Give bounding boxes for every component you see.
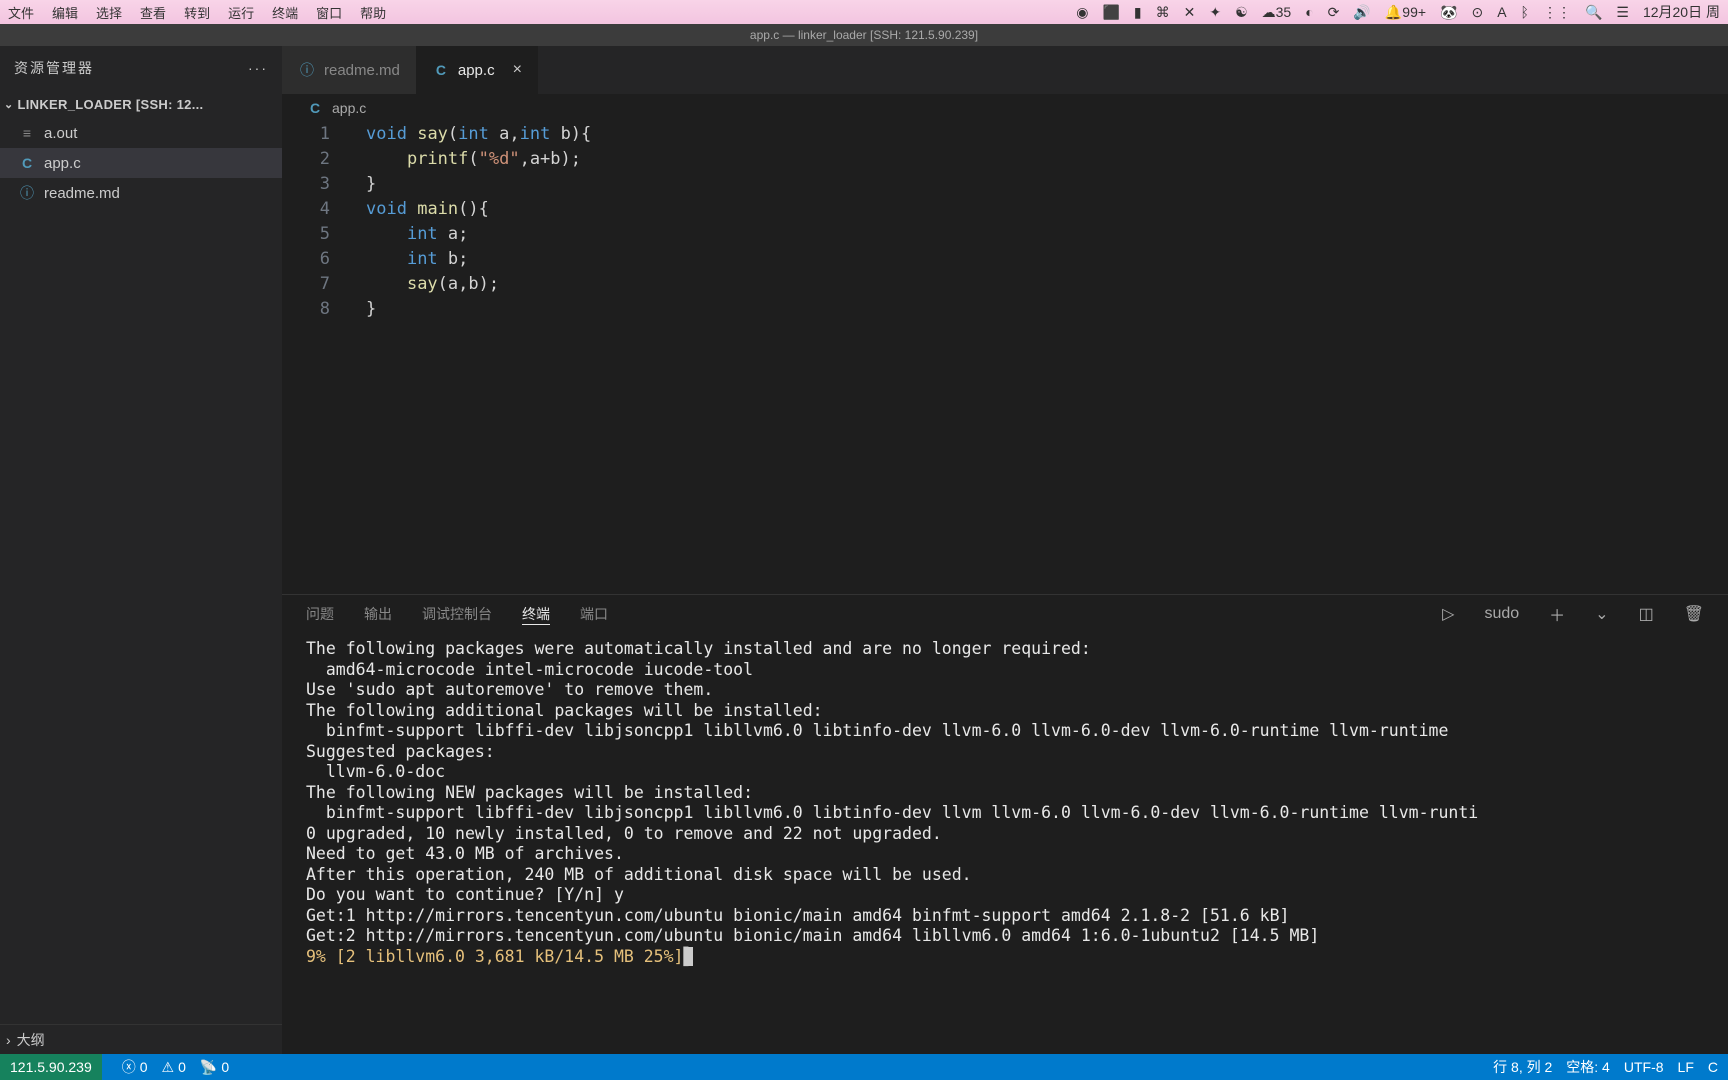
editor-tabs: ⓘ readme.md Capp.c ×: [282, 46, 1728, 94]
chevron-right-icon: ›: [6, 1032, 11, 1048]
panel-tab[interactable]: 调试控制台: [422, 606, 492, 622]
outline-section[interactable]: › 大纲: [0, 1024, 282, 1054]
terminal-shell-label[interactable]: sudo: [1484, 605, 1519, 623]
menu-item[interactable]: 运行: [228, 3, 254, 22]
status-icon: ☯: [1235, 4, 1248, 21]
eol[interactable]: LF: [1678, 1059, 1694, 1075]
code-line[interactable]: printf("%d",a+b);: [354, 147, 1728, 172]
cursor-position[interactable]: 行 8, 列 2: [1493, 1057, 1552, 1077]
bin-file-icon: [18, 125, 36, 141]
code-line[interactable]: }: [354, 172, 1728, 197]
menu-item[interactable]: 终端: [272, 3, 298, 22]
panel-tab[interactable]: 输出: [364, 606, 392, 622]
minimap[interactable]: [1688, 122, 1728, 594]
editor-tab[interactable]: Capp.c ×: [416, 46, 538, 94]
plus-icon[interactable]: ＋: [1549, 602, 1565, 626]
explorer-title: 资源管理器: [14, 58, 94, 78]
sync-icon[interactable]: ⟳: [1328, 4, 1340, 21]
file-item[interactable]: a.out: [0, 118, 282, 148]
terminal-launch-icon[interactable]: ▷: [1442, 604, 1454, 624]
window-title: app.c — linker_loader [SSH: 121.5.90.239…: [0, 24, 1728, 46]
code-line[interactable]: void main(){: [354, 197, 1728, 222]
menu-item[interactable]: 文件: [8, 3, 34, 22]
code-line[interactable]: int a;: [354, 222, 1728, 247]
status-icon: ✦: [1209, 4, 1221, 21]
info-file-icon: ⓘ: [18, 183, 36, 203]
status-icon: ◐: [1305, 4, 1313, 20]
wifi-icon[interactable]: ⋮⋮: [1543, 4, 1571, 21]
more-icon[interactable]: ···: [248, 60, 268, 76]
menu-item[interactable]: 选择: [96, 3, 122, 22]
spotlight-icon[interactable]: 🔍: [1585, 4, 1602, 21]
language-mode[interactable]: C: [1708, 1059, 1718, 1075]
outline-label: 大纲: [17, 1030, 45, 1050]
menu-item[interactable]: 帮助: [360, 3, 386, 22]
terminal-output[interactable]: The following packages were automaticall…: [282, 633, 1728, 1054]
folder-header[interactable]: ⌄ LINKER_LOADER [SSH: 12...: [0, 90, 282, 118]
trash-icon[interactable]: 🗑: [1684, 604, 1704, 624]
file-tree: a.out Capp.c ⓘ readme.md: [0, 118, 282, 1024]
remote-host[interactable]: 121.5.90.239: [0, 1054, 102, 1080]
file-name: app.c: [44, 155, 81, 172]
code-editor[interactable]: 12345678 void say(int a,int b){ printf("…: [282, 122, 1728, 594]
indentation[interactable]: 空格: 4: [1566, 1057, 1610, 1077]
notification-icon[interactable]: 🔔99+: [1385, 4, 1426, 21]
download-progress: 9% [2 libllvm6.0 3,681 kB/14.5 MB 25%]: [306, 947, 684, 966]
menu-item[interactable]: 编辑: [52, 3, 78, 22]
clock-date[interactable]: 12月20日 周: [1643, 2, 1720, 22]
ports-count[interactable]: 📡 0: [200, 1059, 229, 1076]
status-icon: ◉: [1076, 4, 1088, 21]
bluetooth-icon[interactable]: ᛒ: [1521, 4, 1529, 20]
input-icon[interactable]: A: [1497, 4, 1506, 20]
editor-tab[interactable]: ⓘ readme.md: [282, 46, 416, 94]
statusbar: 121.5.90.239 ⓧ 0 ⚠ 0 📡 0 行 8, 列 2 空格: 4 …: [0, 1054, 1728, 1080]
close-icon[interactable]: ×: [513, 61, 522, 79]
file-name: a.out: [44, 125, 77, 142]
volume-icon[interactable]: 🔊: [1353, 4, 1370, 21]
menubar-status: ◉ ⬛ ▮ ⌘ ✕ ✦ ☯ ☁ 35 ◐ ⟳ 🔊 🔔99+ 🐼 ⊙ A ᛒ ⋮⋮…: [1076, 2, 1720, 22]
code-line[interactable]: }: [354, 297, 1728, 322]
chevron-down-icon[interactable]: ⌄: [1595, 604, 1608, 624]
panel-tab[interactable]: 终端: [522, 606, 550, 625]
chevron-down-icon: ⌄: [4, 98, 14, 111]
status-icon: ⌘: [1156, 4, 1170, 21]
code-line[interactable]: void say(int a,int b){: [354, 122, 1728, 147]
status-icon: ▮: [1134, 4, 1142, 21]
c-file-icon: C: [432, 62, 450, 78]
control-center-icon[interactable]: ☰: [1616, 4, 1629, 21]
bottom-panel: 问题 输出 调试控制台 终端 端口 ▷ sudo ＋ ⌄ ◫ 🗑 The followi…: [282, 594, 1728, 1054]
menu-item[interactable]: 窗口: [316, 3, 342, 22]
c-file-icon: C: [306, 100, 324, 116]
split-icon[interactable]: ◫: [1639, 604, 1654, 624]
sidebar-header: 资源管理器 ···: [0, 46, 282, 90]
code-line[interactable]: say(a,b);: [354, 272, 1728, 297]
sidebar: 资源管理器 ··· ⌄ LINKER_LOADER [SSH: 12... a.…: [0, 46, 282, 1054]
warnings-count[interactable]: ⚠ 0: [162, 1059, 186, 1076]
file-item[interactable]: Capp.c: [0, 148, 282, 178]
tab-label: readme.md: [324, 62, 400, 79]
line-gutter: 12345678: [282, 122, 354, 594]
errors-count[interactable]: ⓧ 0: [122, 1057, 148, 1077]
panel-tab[interactable]: 端口: [580, 606, 608, 622]
tab-label: app.c: [458, 62, 495, 79]
breadcrumb-text: app.c: [332, 100, 366, 116]
macos-menubar: 文件编辑选择查看转到运行终端窗口帮助 ◉ ⬛ ▮ ⌘ ✕ ✦ ☯ ☁ 35 ◐ …: [0, 0, 1728, 24]
menu-item[interactable]: 转到: [184, 3, 210, 22]
panel-tabs: 问题 输出 调试控制台 终端 端口 ▷ sudo ＋ ⌄ ◫ 🗑: [282, 595, 1728, 633]
menu-item[interactable]: 查看: [140, 3, 166, 22]
encoding[interactable]: UTF-8: [1624, 1059, 1664, 1075]
folder-name: LINKER_LOADER [SSH: 12...: [18, 97, 204, 112]
c-file-icon: C: [18, 155, 36, 171]
breadcrumb[interactable]: C app.c: [282, 94, 1728, 122]
play-icon[interactable]: ⊙: [1471, 4, 1483, 21]
panda-icon: 🐼: [1440, 4, 1457, 21]
status-icon: ✕: [1184, 4, 1196, 21]
info-file-icon: ⓘ: [298, 60, 316, 80]
file-item[interactable]: ⓘ readme.md: [0, 178, 282, 208]
status-icon: ⬛: [1102, 4, 1119, 21]
code-line[interactable]: int b;: [354, 247, 1728, 272]
wechat-icon[interactable]: ☁ 35: [1262, 4, 1292, 21]
panel-tab[interactable]: 问题: [306, 606, 334, 622]
file-name: readme.md: [44, 185, 120, 202]
